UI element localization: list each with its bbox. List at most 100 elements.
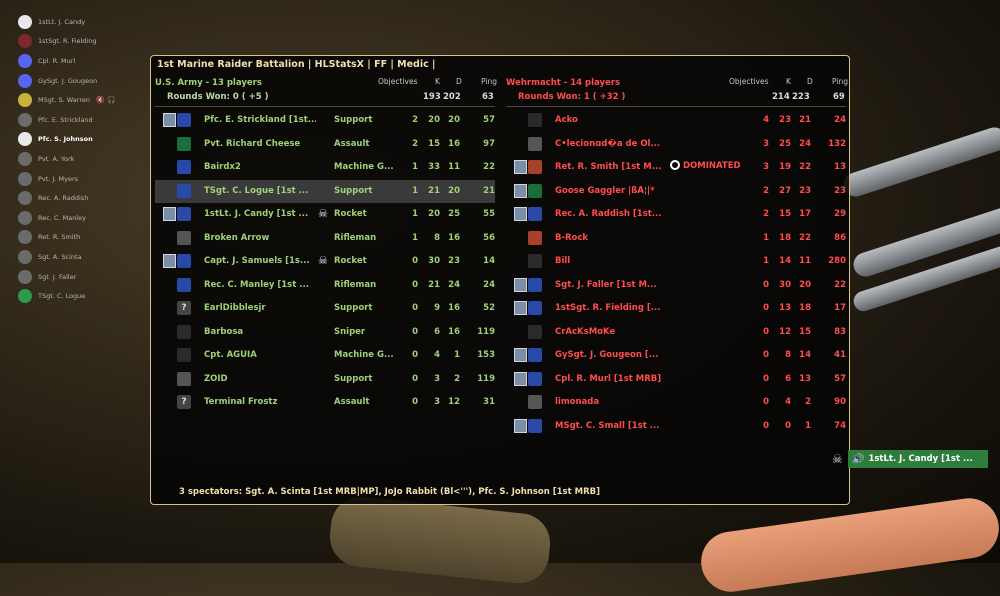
voice-user-name: Sgt. J. Faller (38, 272, 77, 281)
kills-value: 20 (428, 209, 440, 219)
kills-value: 8 (434, 232, 440, 243)
player-row[interactable]: C•lecionɑd�a de Ol... 3 25 24 132 (506, 133, 846, 157)
player-avatar-icon (177, 183, 191, 198)
player-row[interactable]: Broken Arrow Rifleman 1 8 16 56 (155, 227, 495, 251)
player-row[interactable]: 1stSgt. R. Fielding [... 0 13 18 17 (506, 297, 846, 321)
player-row[interactable]: Bairdx2 Machine G... 1 33 11 22 (155, 156, 495, 180)
player-row[interactable]: GySgt. J. Gougeon [... 0 8 14 41 (506, 344, 846, 368)
deaths-value: 23 (448, 256, 460, 266)
speaking-player-name: 1stLt. J. Candy [1st ... (868, 454, 973, 464)
kills-value: 25 (779, 138, 791, 149)
avatar (18, 269, 32, 284)
deaths-value: 13 (799, 373, 811, 384)
col-objectives: Objectives (378, 77, 418, 86)
col-objectives: Objectives (729, 77, 769, 86)
player-name: Pfc. E. Strickland [1st... (204, 115, 316, 125)
voice-list-item: Sgt. A. Scinta (18, 247, 148, 267)
player-avatar-icon (528, 418, 542, 433)
voice-list-item: Rec. A. Raddish (18, 188, 148, 208)
player-avatar-icon (528, 277, 542, 292)
voice-user-name: Rec. A. Raddish (38, 194, 89, 203)
voice-chat-list: 1stLt. J. Candy 1stSgt. R. Fielding Cpl. R… (18, 12, 148, 306)
player-avatar-icon (177, 207, 191, 221)
player-row[interactable]: Sgt. J. Faller [1st M... 0 30 20 22 (506, 274, 846, 298)
voice-user-name: 1stSgt. R. Fielding (38, 37, 97, 46)
player-row[interactable]: Pfc. E. Strickland [1st... Support 2 20 20 57 (155, 109, 495, 133)
voice-list-item: Rec. C. Manley (18, 208, 148, 228)
player-row[interactable]: Cpl. R. Murl [1st MRB] 0 6 13 57 (506, 368, 846, 392)
avatar (18, 171, 32, 186)
player-avatar-icon (528, 301, 542, 315)
ping-value: 153 (477, 350, 495, 360)
player-row[interactable]: Capt. J. Samuels [1s... ☠ Rocket 0 30 23 14 (155, 250, 495, 274)
player-row[interactable]: CrAcKsMoKe 0 12 15 83 (506, 321, 846, 345)
player-row[interactable]: ? Terminal Frostz Assault 0 3 12 31 (155, 391, 495, 415)
player-name: limonada (555, 397, 600, 407)
player-name: C•lecionɑd�a de Ol... (555, 138, 661, 149)
wehrmacht-team-panel: Wehrmacht - 14 players Rounds Won: 1 ( +… (506, 76, 848, 433)
player-row[interactable]: 1stLt. J. Candy [1st ... ☠ Rocket 1 20 25 55 (155, 203, 495, 227)
player-row[interactable]: Rec. A. Raddish [1st... 2 15 17 29 (506, 203, 846, 227)
player-name: Bairdx2 (204, 162, 241, 172)
rank-badge-icon (514, 207, 527, 221)
player-row[interactable]: Goose Gaggler |ßÅ¦|* 2 27 23 23 (506, 180, 846, 204)
avatar (18, 14, 32, 29)
player-row[interactable]: ZOID Support 0 3 2 119 (155, 368, 495, 392)
rank-badge-icon (514, 277, 527, 292)
avatar (18, 34, 32, 49)
avatar (18, 112, 32, 127)
skull-icon: ☠ (318, 254, 328, 267)
deaths-value: 11 (799, 256, 811, 266)
player-name: EarlDibblesjr (204, 303, 266, 313)
player-row[interactable]: TSgt. C. Logue [1st ... Support 1 21 20 21 (155, 179, 495, 203)
player-row[interactable]: MSgt. C. Small [1st ... 0 0 1 74 (506, 415, 846, 439)
player-avatar-icon (177, 160, 191, 174)
deaths-value: 17 (799, 209, 811, 219)
objectives-value: 2 (412, 115, 418, 125)
ping-value: 24 (834, 115, 846, 125)
player-class: Support (334, 185, 373, 196)
player-class: Sniper (334, 326, 366, 337)
player-row[interactable]: B-Rock 1 18 22 86 (506, 227, 846, 251)
kills-value: 30 (428, 256, 440, 266)
deaths-value: 20 (448, 185, 460, 196)
player-avatar-icon (528, 183, 542, 198)
player-class: Rocket (334, 209, 367, 219)
player-avatar-icon (528, 207, 542, 221)
player-row[interactable]: Rec. C. Manley [1st ... Rifleman 0 21 24 24 (155, 274, 495, 298)
player-row[interactable]: Barbosa Sniper 0 6 16 119 (155, 321, 495, 345)
avatar (18, 249, 32, 264)
objectives-value: 3 (763, 162, 769, 172)
player-row[interactable]: Pvt. Richard Cheese Assault 2 15 16 97 (155, 133, 495, 157)
player-row[interactable]: Acko 4 23 21 24 (506, 109, 846, 133)
player-avatar-icon (177, 230, 191, 245)
player-name: 1stLt. J. Candy [1st ... (204, 209, 309, 219)
avatar (18, 289, 32, 304)
avatar (18, 210, 32, 225)
deaths-value: 23 (799, 185, 811, 196)
col-ping: Ping (832, 77, 848, 86)
player-class: Assault (334, 138, 370, 149)
player-row[interactable]: limonada 0 4 2 90 (506, 391, 846, 415)
player-name: Capt. J. Samuels [1s... (204, 256, 310, 266)
voice-list-item: TSgt. C. Logue (18, 286, 148, 306)
rank-badge-icon (514, 301, 527, 315)
rank-badge-icon (163, 254, 176, 268)
col-k: K (435, 77, 440, 86)
voice-list-item: Cpl. R. Murl (18, 51, 148, 71)
deaths-value: 20 (799, 279, 811, 290)
objectives-value: 0 (763, 303, 769, 313)
rank-badge-icon (514, 348, 527, 362)
deaths-value: 14 (799, 350, 811, 360)
team-name: Wehrmacht - 14 players (506, 78, 621, 88)
ping-value: 21 (483, 185, 495, 196)
player-row[interactable]: ? EarlDibblesjr Support 0 9 16 52 (155, 297, 495, 321)
rank-badge-icon (163, 207, 176, 221)
player-name: MSgt. C. Small [1st ... (555, 420, 660, 431)
player-row[interactable]: Bill 1 14 11 280 (506, 250, 846, 274)
player-row[interactable]: Cpt. ÁGUIA Machine G... 0 4 1 153 (155, 344, 495, 368)
voice-list-item: Pvt. J. Myers (18, 169, 148, 189)
player-class: Assault (334, 397, 370, 407)
player-row[interactable]: Ret. R. Smith [1st M... DOMINATED 3 19 22 13 (506, 156, 846, 180)
kills-value: 21 (428, 185, 440, 196)
